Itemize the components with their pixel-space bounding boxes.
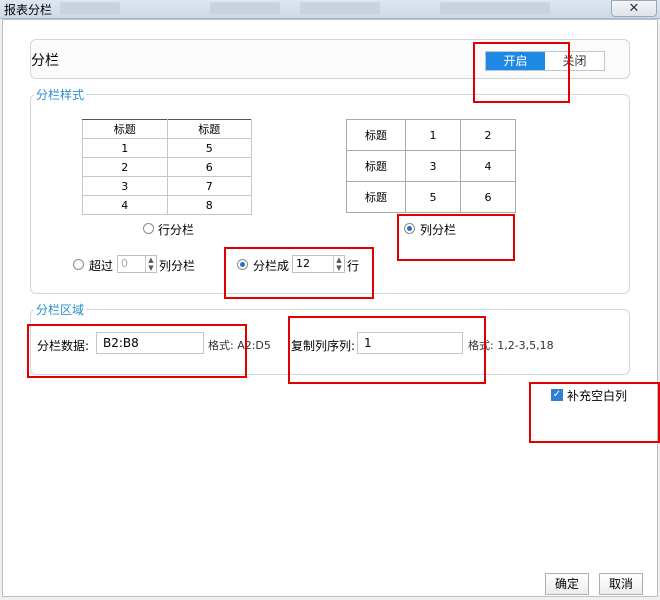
exceed-stepper[interactable]: 0 ▲ ▼: [117, 255, 157, 273]
toggle-off-button[interactable]: 关闭: [545, 52, 604, 70]
check-icon: ✓: [552, 389, 562, 400]
exceed-label: 超过: [89, 259, 114, 273]
column-split-label: 列分栏: [420, 223, 457, 237]
split-style-legend: 分栏样式: [34, 86, 87, 103]
preview-cell: 2: [460, 119, 516, 151]
row-split-preview-table: 标题 标题 15 26 37 48: [82, 119, 252, 215]
background-tab-ghost: [300, 2, 380, 14]
window-title: 报表分栏: [4, 3, 53, 17]
column-split-radio[interactable]: [404, 223, 415, 234]
title-bar: 报表分栏 ✕: [0, 0, 660, 19]
preview-cell: 6: [460, 181, 516, 213]
preview-cell: 1: [82, 138, 168, 158]
split-data-label: 分栏数据:: [37, 339, 90, 353]
split-label: 分栏: [31, 53, 59, 69]
preview-header-cell: 标题: [82, 119, 168, 139]
preview-header-cell: 标题: [346, 181, 406, 213]
split-into-stepper[interactable]: 12 ▲ ▼: [292, 255, 345, 273]
background-tab-ghost: [210, 2, 280, 14]
copy-columns-label: 复制列序列:: [291, 339, 356, 353]
fill-blank-label: 补充空白列: [567, 389, 628, 403]
row-split-label: 行分栏: [158, 223, 195, 237]
ok-button[interactable]: 确定: [545, 573, 589, 595]
preview-cell: 2: [82, 157, 168, 177]
preview-cell: 5: [166, 138, 252, 158]
split-into-radio[interactable]: [237, 259, 248, 270]
preview-cell: 5: [405, 181, 461, 213]
split-data-format-hint: 格式: A2:D5: [208, 339, 271, 352]
preview-cell: 8: [166, 195, 252, 215]
preview-header-cell: 标题: [346, 119, 406, 151]
column-split-preview-table: 标题 1 2 标题 3 4 标题 5 6: [346, 119, 516, 213]
fill-blank-checkbox[interactable]: ✓: [551, 389, 563, 401]
exceed-suffix: 列分栏: [159, 259, 196, 273]
background-tab-ghost: [440, 2, 550, 14]
close-icon: ✕: [628, 1, 640, 16]
preview-cell: 6: [166, 157, 252, 177]
split-into-value: 12: [296, 257, 310, 270]
split-data-input[interactable]: B2:B8: [96, 332, 204, 354]
preview-cell: 4: [460, 150, 516, 182]
exceed-value: 0: [121, 257, 128, 270]
toggle-on-button[interactable]: 开启: [486, 52, 545, 70]
copy-columns-format-hint: 格式: 1,2-3,5,18: [468, 339, 554, 352]
cancel-button[interactable]: 取消: [599, 573, 643, 595]
preview-header-cell: 标题: [166, 119, 252, 139]
preview-cell: 3: [405, 150, 461, 182]
copy-columns-input[interactable]: 1: [357, 332, 463, 354]
preview-header-cell: 标题: [346, 150, 406, 182]
close-button[interactable]: ✕: [611, 0, 657, 17]
spin-arrows-icon[interactable]: ▲ ▼: [145, 256, 156, 272]
preview-cell: 4: [82, 195, 168, 215]
preview-cell: 7: [166, 176, 252, 196]
preview-cell: 3: [82, 176, 168, 196]
split-into-suffix: 行: [347, 259, 360, 273]
split-range-legend: 分栏区域: [34, 301, 87, 318]
split-toggle[interactable]: 开启 关闭: [485, 51, 605, 71]
background-tab-ghost: [60, 2, 120, 14]
row-split-radio[interactable]: [143, 223, 154, 234]
preview-cell: 1: [405, 119, 461, 151]
spin-arrows-icon[interactable]: ▲ ▼: [333, 256, 344, 272]
exceed-radio[interactable]: [73, 259, 84, 270]
split-into-label: 分栏成: [253, 259, 290, 273]
